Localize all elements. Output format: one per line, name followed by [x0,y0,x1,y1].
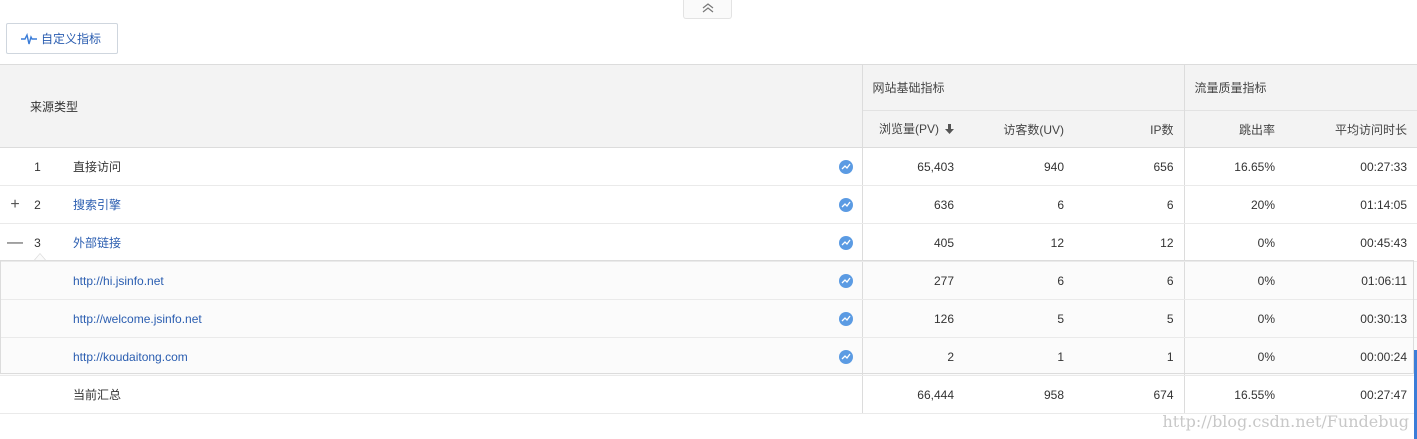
report-page: 自定义指标 来源类型 网站基础指标 流量质量指标 浏览量(PV) 访客数(UV)… [0,0,1417,439]
trend-chart-icon[interactable] [838,273,853,288]
bounce-rate-value: 0% [1183,299,1285,338]
col-header-source-type: 来源类型 [0,64,862,148]
pv-value: 405 [861,223,964,262]
col-header-pv[interactable]: 浏览量(PV) [861,110,964,148]
ip-value: 656 [1074,147,1184,186]
pv-value: 66,444 [861,375,964,414]
uv-value: 6 [964,261,1074,300]
col-header-avg-duration[interactable]: 平均访问时长 [1285,110,1417,148]
watermark: http://blog.csdn.net/Fundebug [1162,412,1409,431]
collapse-panel-button[interactable] [683,0,732,19]
group-header-quality: 流量质量指标 [1183,64,1417,111]
avg-duration-value: 01:14:05 [1285,185,1417,224]
trend-chart-icon[interactable] [838,197,853,212]
custom-metrics-button[interactable]: 自定义指标 [6,23,118,54]
bounce-rate-value: 16.55% [1183,375,1285,414]
source-report-table: 来源类型 网站基础指标 流量质量指标 浏览量(PV) 访客数(UV) IP数 跳… [0,64,1417,414]
trend-chart-icon[interactable] [838,235,853,250]
source-name-link[interactable]: 搜索引擎 [73,185,830,224]
expand-toggle[interactable]: + [0,185,30,224]
pv-value: 277 [861,261,964,300]
group-header-basic: 网站基础指标 [861,64,1184,111]
sub-row: http://koudaitong.com 2 1 1 0% 00:00:24 [0,337,1417,376]
ip-value: 6 [1074,185,1184,224]
pv-value: 126 [861,299,964,338]
ip-value: 6 [1074,261,1184,300]
avg-duration-value: 00:27:47 [1285,375,1417,414]
col-header-ip[interactable]: IP数 [1074,110,1184,148]
bounce-rate-value: 16.65% [1183,147,1285,186]
collapse-toggle[interactable]: — [0,223,30,262]
avg-duration-value: 00:00:24 [1285,337,1417,376]
double-chevron-up-icon [702,2,714,16]
referrer-link[interactable]: http://koudaitong.com [73,337,830,376]
bounce-rate-value: 0% [1183,337,1285,376]
pv-value: 2 [861,337,964,376]
source-name-link[interactable]: 外部链接 [73,223,830,262]
uv-value: 958 [964,375,1074,414]
uv-value: 6 [964,185,1074,224]
avg-duration-value: 00:27:33 [1285,147,1417,186]
col-header-uv[interactable]: 访客数(UV) [964,110,1074,148]
custom-metrics-label: 自定义指标 [41,32,102,46]
referrer-link[interactable]: http://hi.jsinfo.net [73,261,830,300]
trend-chart-icon[interactable] [838,159,853,174]
uv-value: 5 [964,299,1074,338]
col-header-bounce-rate[interactable]: 跳出率 [1183,110,1285,148]
referrer-link[interactable]: http://welcome.jsinfo.net [73,299,830,338]
pv-value: 65,403 [861,147,964,186]
sub-row: http://welcome.jsinfo.net 126 5 5 0% 00:… [0,299,1417,338]
source-name: 直接访问 [73,147,830,186]
trend-chart-icon[interactable] [838,349,853,364]
row-number: 1 [30,147,45,186]
table-row: 1 直接访问 65,403 940 656 16.65% 00:27:33 [0,147,1417,186]
table-row: + 2 搜索引擎 636 6 6 20% 01:14:05 [0,185,1417,224]
bounce-rate-value: 0% [1183,223,1285,262]
uv-value: 12 [964,223,1074,262]
pv-value: 636 [861,185,964,224]
trend-chart-icon[interactable] [838,311,853,326]
avg-duration-value: 00:45:43 [1285,223,1417,262]
bounce-rate-value: 20% [1183,185,1285,224]
ip-value: 5 [1074,299,1184,338]
ip-value: 12 [1074,223,1184,262]
ip-value: 674 [1074,375,1184,414]
row-toggle [0,147,30,186]
sub-row: http://hi.jsinfo.net 277 6 6 0% 01:06:11 [0,261,1417,300]
bounce-rate-value: 0% [1183,261,1285,300]
row-number: 2 [30,185,45,224]
avg-duration-value: 00:30:13 [1285,299,1417,338]
table-row: — 3 外部链接 405 12 12 0% 00:45:43 [0,223,1417,262]
pulse-icon [21,32,37,45]
avg-duration-value: 01:06:11 [1285,261,1417,300]
uv-value: 1 [964,337,1074,376]
total-row: 当前汇总 66,444 958 674 16.55% 00:27:47 [0,375,1417,414]
total-label: 当前汇总 [73,375,830,414]
expand-pointer [34,253,46,260]
arrow-down-icon [945,124,954,138]
uv-value: 940 [964,147,1074,186]
ip-value: 1 [1074,337,1184,376]
